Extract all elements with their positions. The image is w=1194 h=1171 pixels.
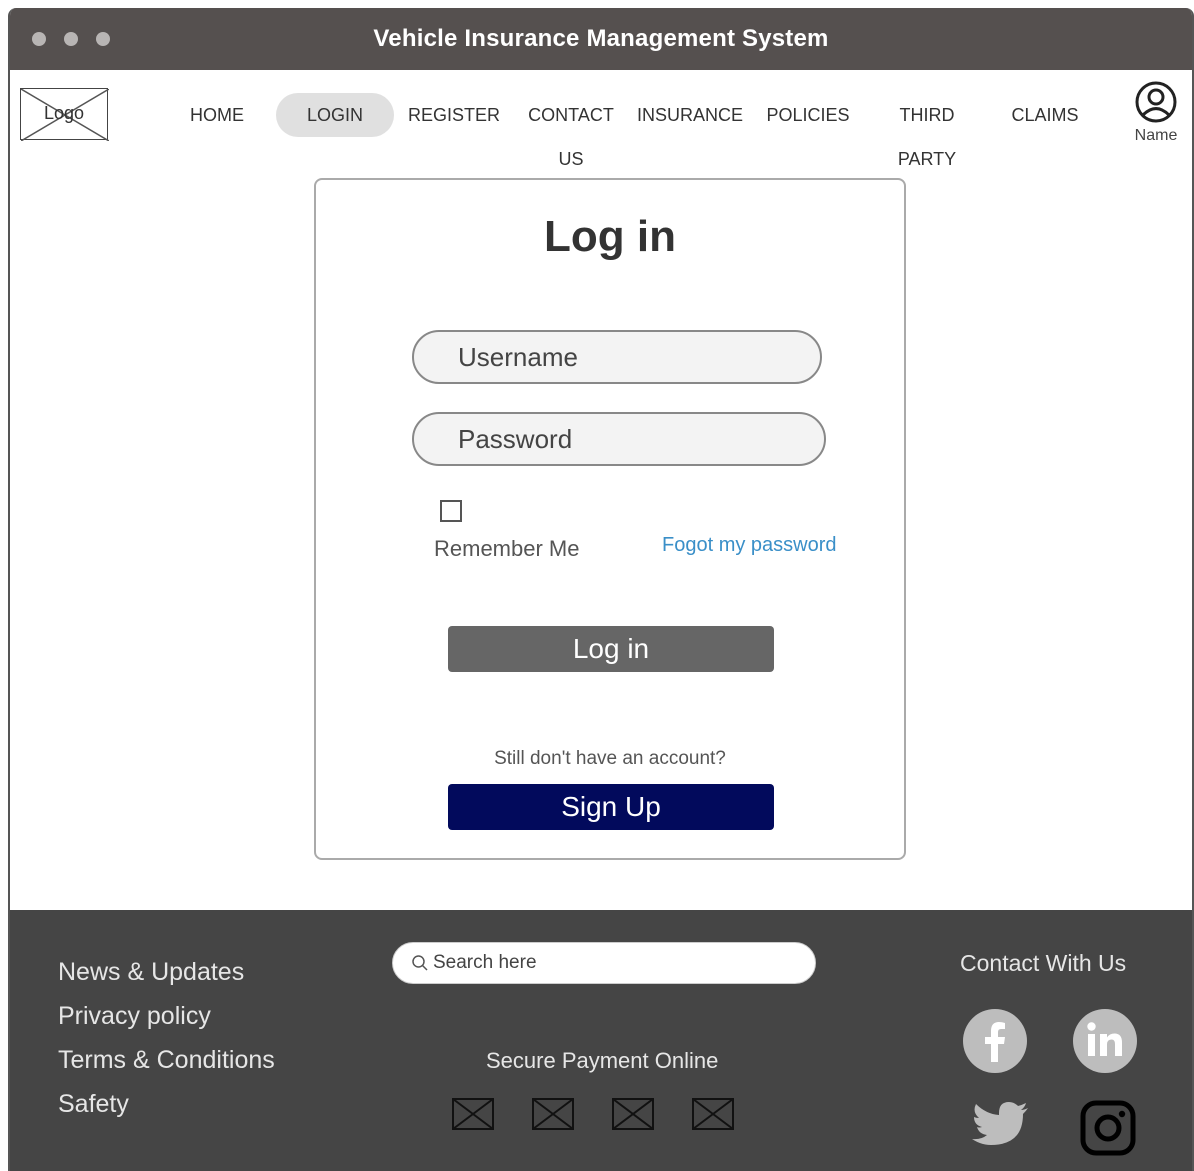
- nav-third-party[interactable]: THIRD PARTY: [868, 93, 986, 169]
- twitter-icon[interactable]: [972, 1102, 1030, 1152]
- user-profile[interactable]: Name: [1128, 80, 1184, 145]
- footer: News & Updates Privacy policy Terms & Co…: [10, 910, 1192, 1171]
- browser-window: Vehicle Insurance Management System Logo…: [8, 8, 1194, 1171]
- username-input[interactable]: [412, 330, 822, 384]
- title-bar: Vehicle Insurance Management System: [10, 8, 1192, 70]
- remember-me-label: Remember Me: [434, 536, 580, 561]
- logo-label: Logo: [43, 103, 85, 123]
- user-avatar-icon: [1135, 81, 1177, 123]
- login-card: Log in Remember Me Fogot my password Log…: [314, 178, 906, 860]
- nav-insurance[interactable]: INSURANCE: [636, 93, 744, 137]
- search-icon: [412, 955, 428, 971]
- minimize-window-button[interactable]: [64, 32, 78, 46]
- payment-method-icon: [532, 1098, 574, 1130]
- password-input[interactable]: [412, 412, 826, 466]
- facebook-icon[interactable]: [962, 1008, 1028, 1074]
- login-button[interactable]: Log in: [448, 626, 774, 672]
- payment-method-icon: [452, 1098, 494, 1130]
- remember-me-checkbox[interactable]: [440, 500, 462, 522]
- footer-link-terms[interactable]: Terms & Conditions: [58, 1046, 275, 1075]
- signup-button[interactable]: Sign Up: [448, 784, 774, 830]
- nav-register[interactable]: REGISTER: [408, 93, 500, 137]
- nav-login[interactable]: LOGIN: [276, 93, 394, 137]
- maximize-window-button[interactable]: [96, 32, 110, 46]
- contact-title: Contact With Us: [960, 950, 1127, 976]
- forgot-password-link[interactable]: Fogot my password: [662, 534, 837, 557]
- nav-claims[interactable]: CLAIMS: [1008, 93, 1082, 137]
- top-navigation: Logo HOME LOGIN REGISTER CONTACT US INSU…: [10, 70, 1192, 169]
- footer-link-news[interactable]: News & Updates: [58, 958, 244, 987]
- nav-contact-us[interactable]: CONTACT US: [514, 93, 628, 169]
- footer-search: [392, 942, 816, 984]
- instagram-icon[interactable]: [1080, 1100, 1136, 1156]
- login-title: Log in: [544, 212, 676, 261]
- search-input[interactable]: [433, 947, 803, 979]
- nav-home[interactable]: HOME: [180, 93, 254, 137]
- secure-payment-label: Secure Payment Online: [486, 1048, 719, 1073]
- close-window-button[interactable]: [32, 32, 46, 46]
- linkedin-icon[interactable]: [1072, 1008, 1138, 1074]
- payment-method-icon: [692, 1098, 734, 1130]
- nav-policies[interactable]: POLICIES: [764, 93, 852, 137]
- footer-link-safety[interactable]: Safety: [58, 1090, 129, 1119]
- no-account-text: Still don't have an account?: [494, 748, 726, 769]
- footer-link-privacy[interactable]: Privacy policy: [58, 1002, 211, 1031]
- window-title: Vehicle Insurance Management System: [373, 25, 829, 52]
- payment-method-icon: [612, 1098, 654, 1130]
- logo[interactable]: Logo: [20, 88, 109, 141]
- window-controls: [32, 32, 110, 46]
- user-name: Name: [1134, 127, 1178, 144]
